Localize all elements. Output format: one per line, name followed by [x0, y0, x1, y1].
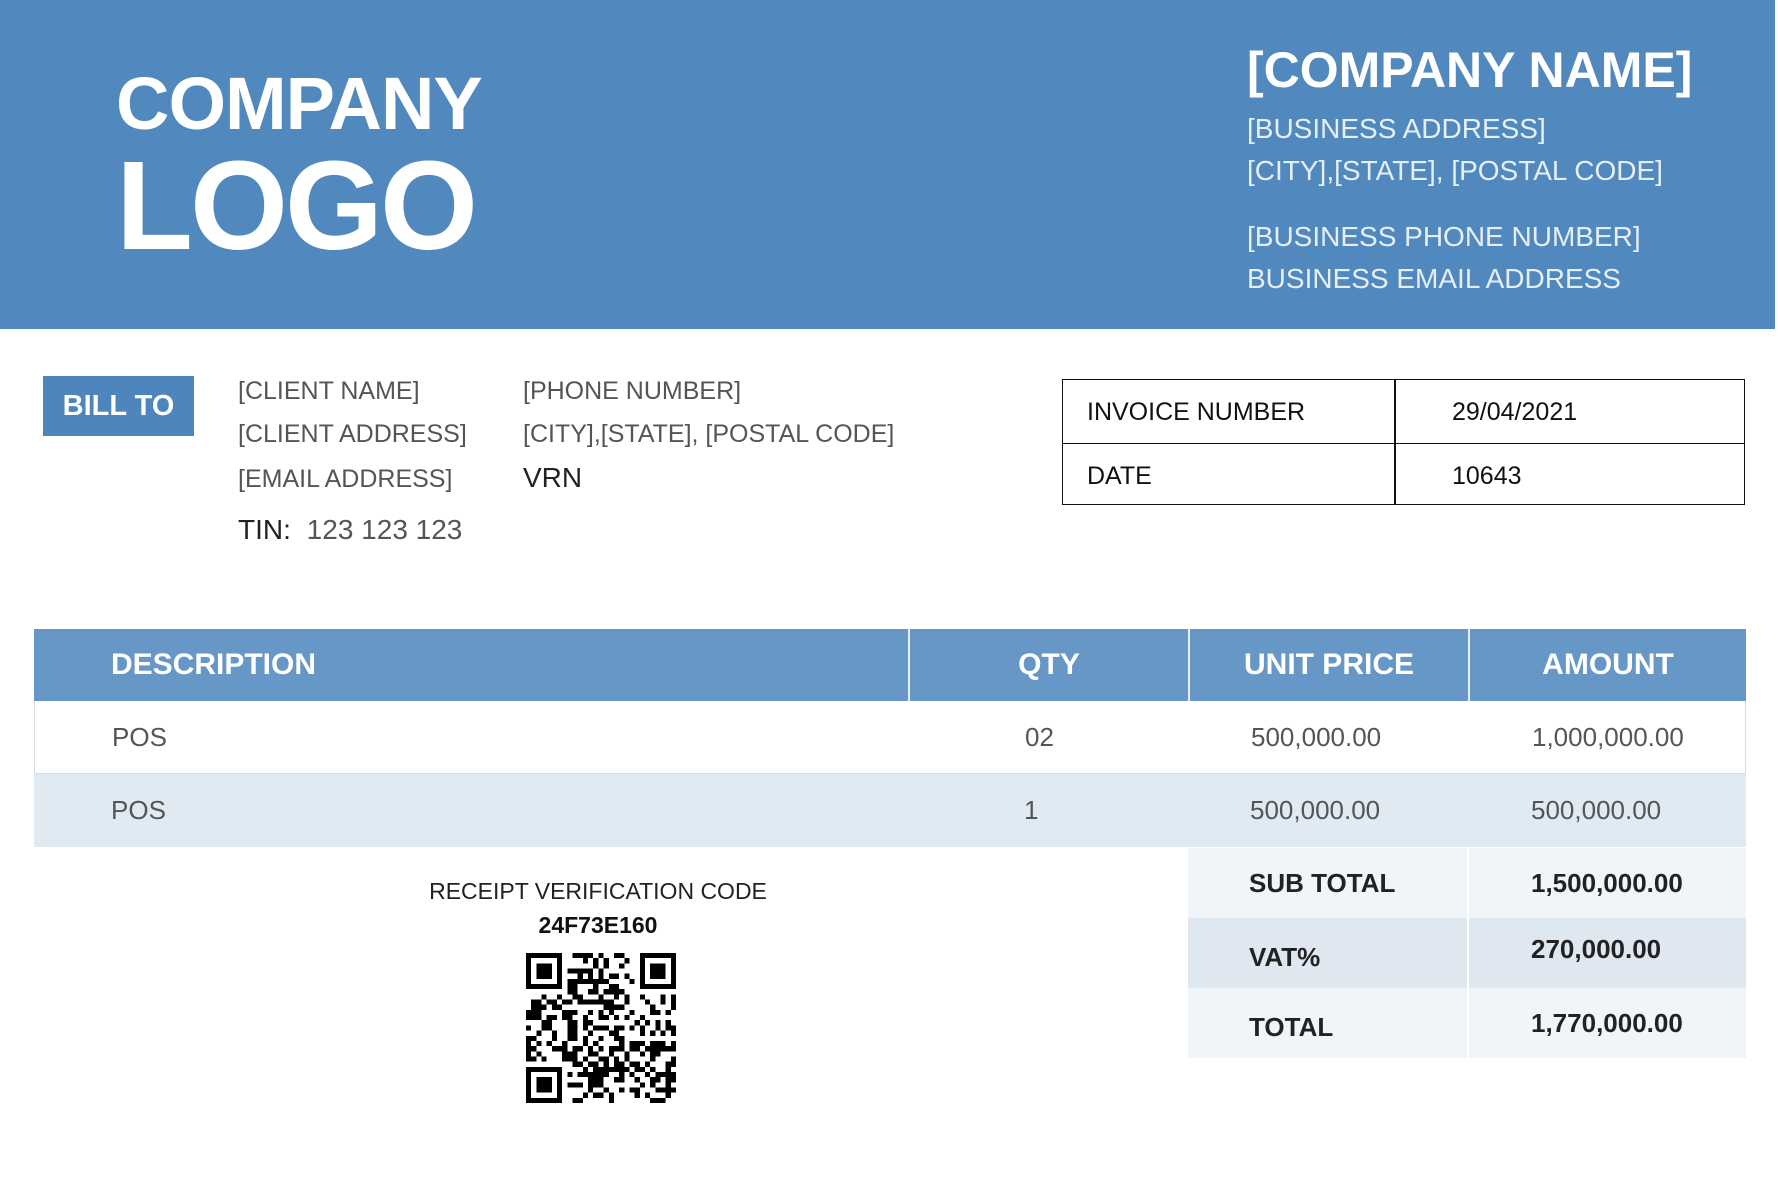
col-unit-price-header: UNIT PRICE	[1243, 648, 1414, 681]
invoice-meta-table: INVOICE NUMBER 29/04/2021 DATE 10643	[1062, 379, 1745, 505]
row-description: POS	[112, 722, 167, 752]
total-value: 1,770,000.00	[1531, 1007, 1683, 1038]
row-unit-price: 500,000.00	[1251, 722, 1382, 752]
company-name: [COMPANY NAME]	[1247, 42, 1693, 98]
subtotal-label: SUB TOTAL	[1249, 867, 1396, 898]
client-phone: [PHONE NUMBER]	[523, 377, 742, 405]
items-table: DESCRIPTION QTY UNIT PRICE AMOUNT POS 02…	[34, 629, 1746, 847]
table-row: POS 02 500,000.00 1,000,000.00	[34, 701, 1746, 774]
subtotal-value: 1,500,000.00	[1531, 867, 1683, 898]
receipt-verification-code: 24F73E160	[538, 912, 658, 938]
client-name: [CLIENT NAME]	[238, 377, 420, 405]
row-description: POS	[111, 795, 166, 825]
company-info: [COMPANY NAME] [BUSINESS ADDRESS] [CITY]…	[1247, 40, 1692, 300]
row-unit-price: 500,000.00	[1250, 795, 1381, 825]
invoice-number-value: 29/04/2021	[1452, 398, 1578, 426]
row-qty: 02	[1025, 722, 1054, 752]
vat-row: VAT% 270,000.00	[1188, 918, 1746, 988]
totals-table: SUB TOTAL 1,500,000.00 VAT% 270,000.00 T…	[1188, 848, 1746, 1058]
total-row: TOTAL 1,770,000.00	[1188, 988, 1746, 1058]
bill-to-label: BILL TO	[43, 376, 194, 436]
client-tin: TIN: 123 123 123	[238, 514, 462, 546]
invoice-number-row: INVOICE NUMBER 29/04/2021	[1063, 380, 1744, 442]
logo-line-1: COMPANY	[116, 62, 483, 145]
vat-label: VAT%	[1249, 941, 1321, 972]
client-email: [EMAIL ADDRESS]	[238, 465, 453, 493]
row-amount: 500,000.00	[1531, 795, 1662, 825]
company-address: [BUSINESS ADDRESS]	[1247, 113, 1546, 144]
company-city-state-postal: [CITY],[STATE], [POSTAL CODE]	[1247, 155, 1663, 186]
company-logo: COMPANY LOGO	[116, 62, 483, 276]
row-qty: 1	[1024, 795, 1039, 825]
items-table-header: DESCRIPTION QTY UNIT PRICE AMOUNT	[34, 629, 1746, 701]
subtotal-row: SUB TOTAL 1,500,000.00	[1188, 848, 1746, 918]
invoice-date-label: DATE	[1087, 462, 1152, 490]
row-amount: 1,000,000.00	[1532, 722, 1684, 752]
invoice-number-label: INVOICE NUMBER	[1087, 398, 1306, 426]
total-label: TOTAL	[1249, 1011, 1334, 1042]
receipt-verification-label: RECEIPT VERIFICATION CODE	[429, 878, 767, 904]
col-description-header: DESCRIPTION	[111, 648, 317, 681]
col-amount-header: AMOUNT	[1542, 648, 1674, 681]
company-email: BUSINESS EMAIL ADDRESS	[1247, 263, 1621, 294]
client-vrn: VRN	[523, 462, 583, 493]
invoice-date-value: 10643	[1452, 462, 1522, 490]
table-row: POS 1 500,000.00 500,000.00	[34, 774, 1746, 847]
tin-value: 123 123 123	[306, 514, 463, 545]
invoice-date-row: DATE 10643	[1063, 443, 1744, 505]
vat-value: 270,000.00	[1531, 933, 1662, 964]
qr-code-icon	[526, 953, 676, 1103]
client-address: [CLIENT ADDRESS]	[238, 420, 467, 448]
company-phone: [BUSINESS PHONE NUMBER]	[1247, 221, 1641, 252]
client-city-state-postal: [CITY],[STATE], [POSTAL CODE]	[523, 420, 895, 448]
col-qty-header: QTY	[1018, 648, 1080, 681]
logo-line-2: LOGO	[116, 135, 478, 276]
tin-label: TIN:	[238, 514, 291, 545]
invoice-header: COMPANY LOGO [COMPANY NAME] [BUSINESS AD…	[0, 0, 1775, 329]
